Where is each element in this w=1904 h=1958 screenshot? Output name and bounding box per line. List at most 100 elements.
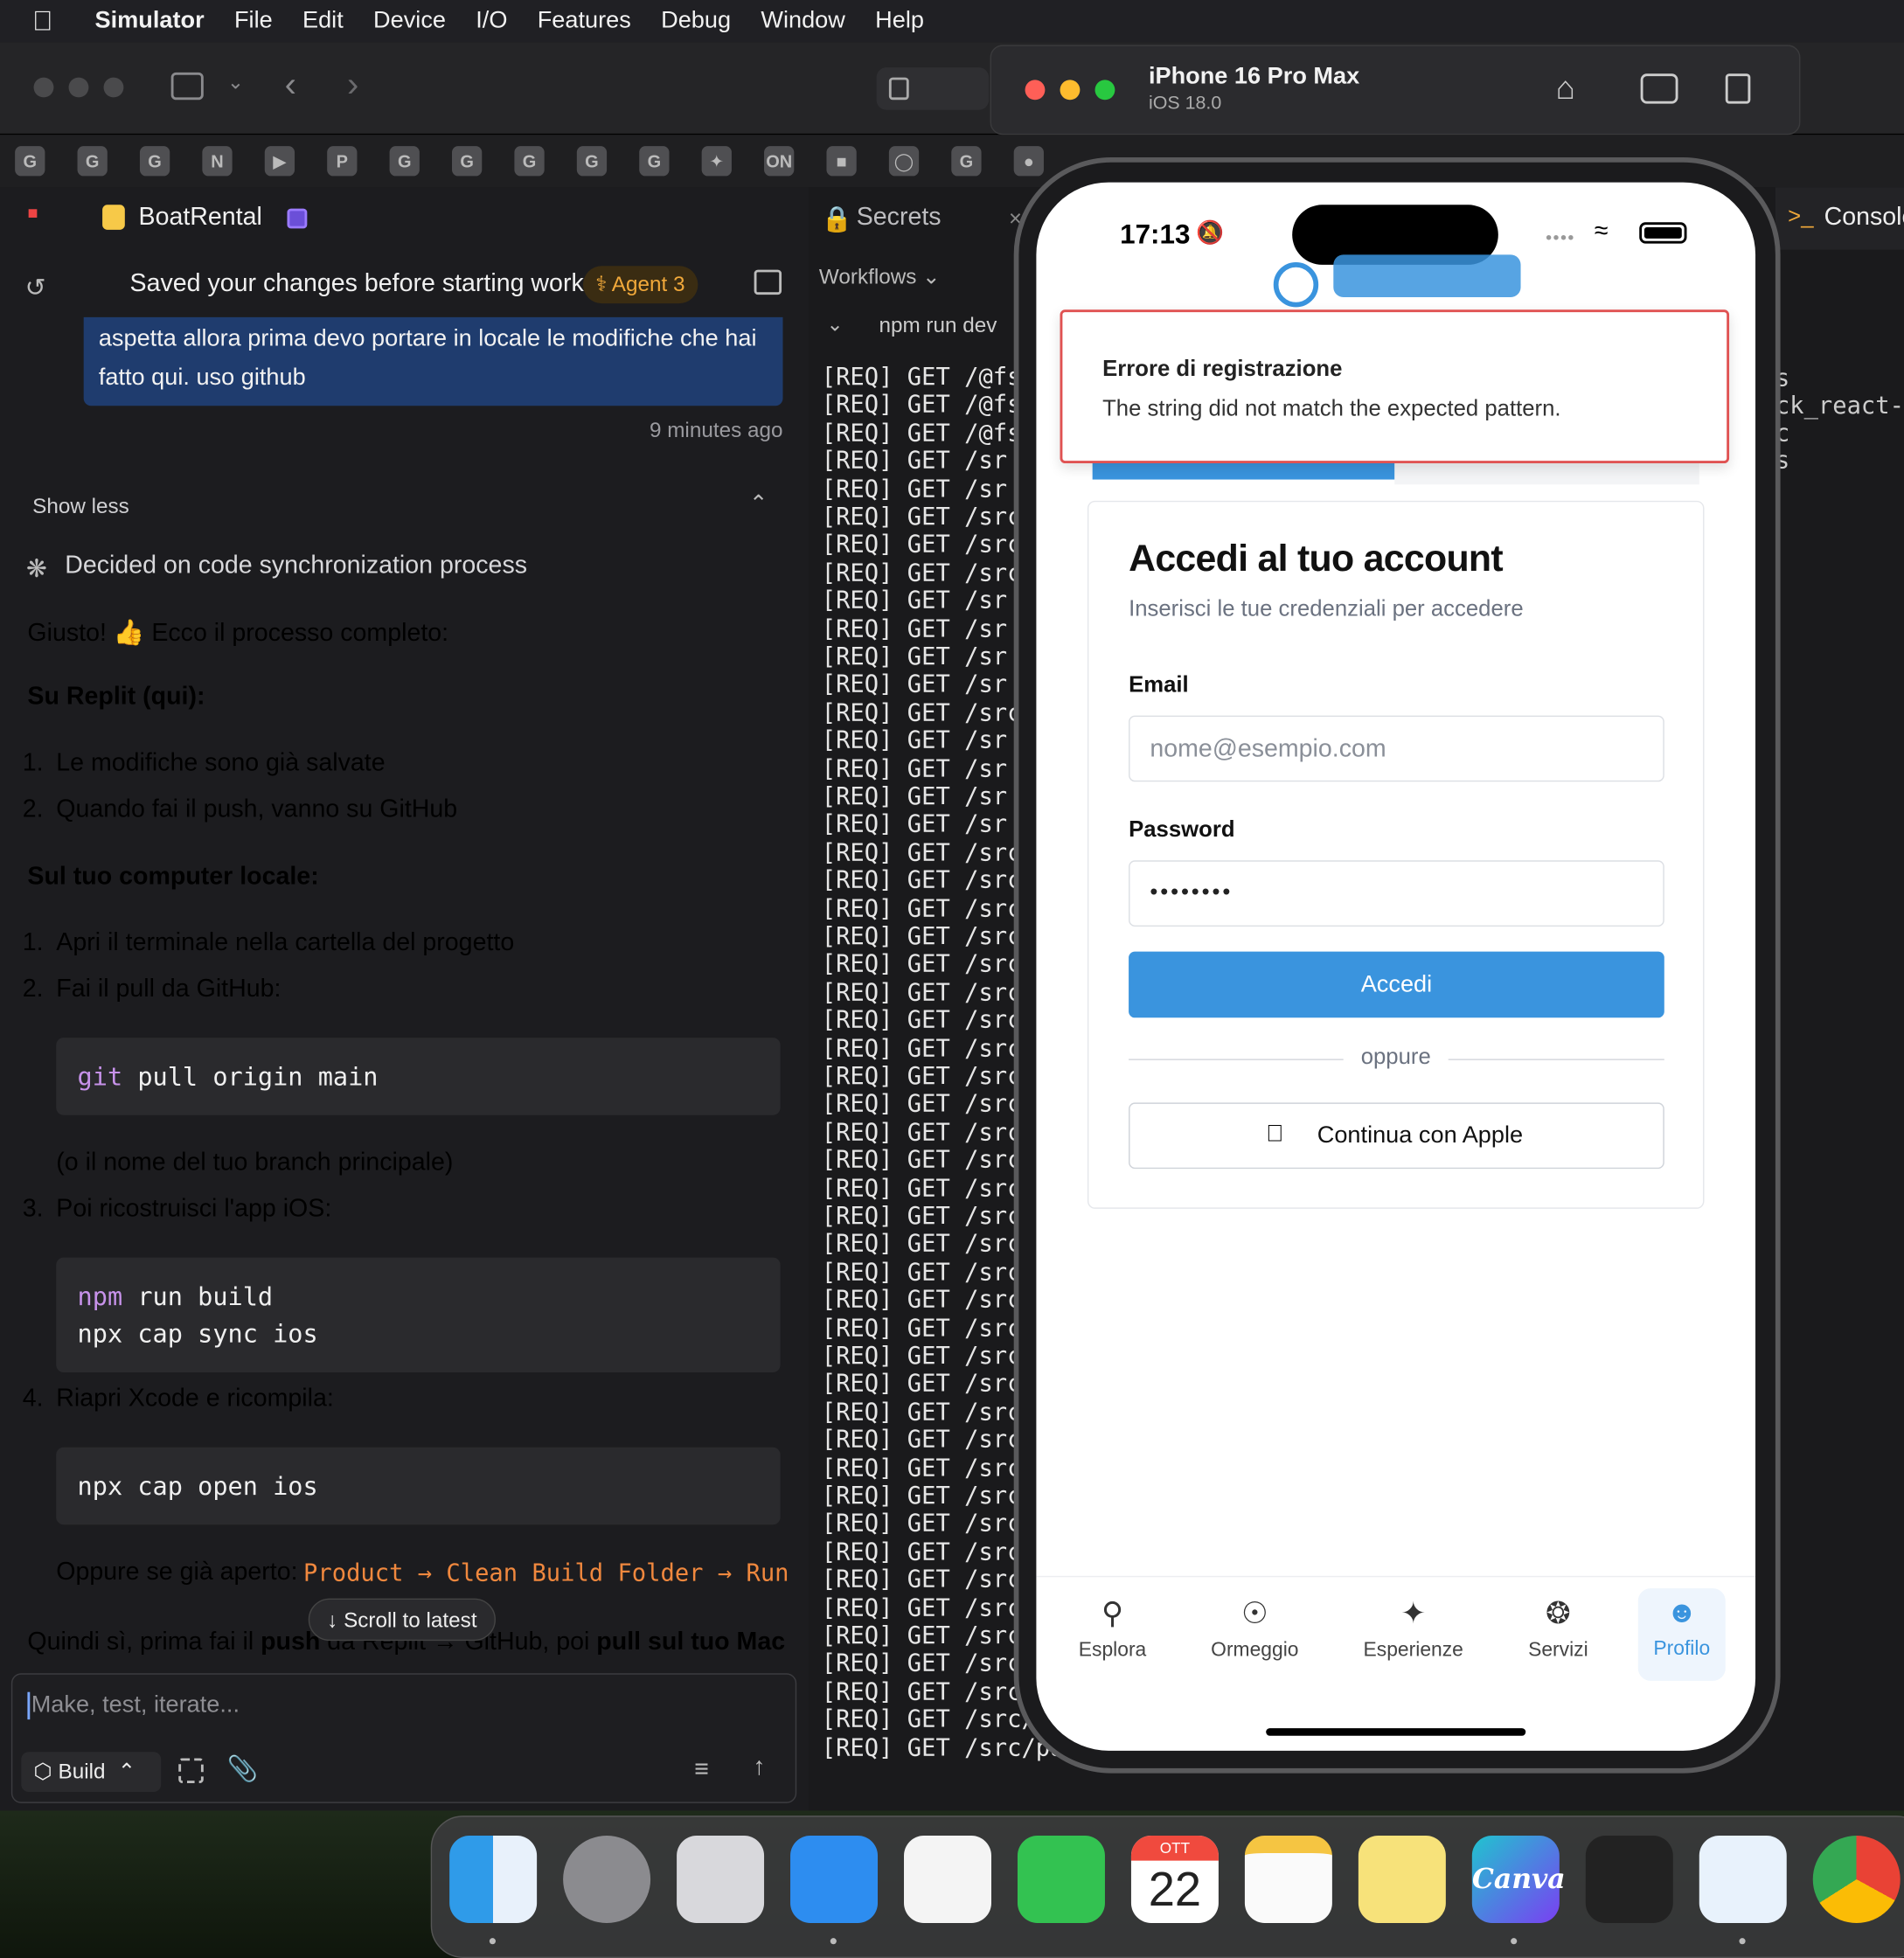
code-block[interactable]: git pull origin main [56,1038,781,1115]
chevron-up-icon[interactable]: ⌃ [749,490,768,517]
tab-favicon-icon[interactable]: P [327,146,358,177]
nav-profilo[interactable]: ☻ Profilo [1637,1588,1726,1681]
menu-app-name[interactable]: Simulator [95,8,205,35]
tab-favicon-icon[interactable]: ● [1013,146,1044,177]
notes-icon[interactable] [1244,1835,1332,1923]
console-line: [REQ] GET /src [821,922,1022,951]
nav-esperienze[interactable]: ✦ Esperienze [1345,1588,1482,1684]
console-line: [REQ] GET /src/ [821,1677,1036,1706]
tab-favicon-icon[interactable]: G [77,146,108,177]
home-icon[interactable]: ⌂ [1556,69,1575,108]
password-field[interactable]: •••••••• [1129,860,1664,927]
workflow-run-name[interactable]: npm run dev [879,314,997,339]
tab-favicon-icon[interactable]: ✦ [701,146,732,177]
forward-icon[interactable]: › [347,65,358,105]
project-name[interactable]: BoatRental [139,204,262,233]
safari-icon[interactable] [1699,1835,1787,1923]
menu-window[interactable]: Window [761,8,845,35]
code-line: npm run build [78,1277,760,1315]
menu-file[interactable]: File [234,8,273,35]
paperclip-icon[interactable]: 📎 [227,1753,259,1785]
calendar-icon[interactable]: OTT 22 [1130,1835,1219,1923]
chevron-down-icon[interactable]: ⌄ [826,312,843,337]
send-arrow-icon[interactable]: ↑ [753,1753,765,1782]
quicktime-icon[interactable] [1585,1835,1673,1923]
photos-icon[interactable] [904,1835,991,1923]
mail-icon[interactable] [790,1835,879,1923]
console-tab-label: Console [1824,203,1904,232]
tab-favicon-icon[interactable]: G [951,146,982,177]
tab-favicon-icon[interactable]: G [15,146,45,177]
console-line: [REQ] GET /src [821,978,1022,1007]
chevron-down-icon[interactable]: ⌄ [227,70,244,95]
back-icon[interactable]: ‹ [285,65,296,105]
rotate-icon[interactable] [1725,73,1751,104]
console-right-text: s ck_react-c s [1775,365,1904,475]
error-toast[interactable]: Errore di registrazione The string did n… [1060,309,1730,463]
stickies-icon[interactable] [1358,1835,1446,1923]
nav-esplora[interactable]: ⚲ Esplora [1056,1588,1169,1684]
code-block[interactable]: npx cap open ios [56,1447,781,1525]
apple-logo-icon[interactable]:  [32,5,67,38]
tab-secrets[interactable]: Secrets [857,204,942,233]
screenshot-icon[interactable] [1640,73,1678,104]
alt-prefix: Oppure se già aperto: [56,1558,298,1587]
tab-favicon-icon[interactable]: N [202,146,233,177]
launchpad-icon[interactable] [677,1835,765,1923]
tab-favicon-icon[interactable]: G [576,146,608,177]
email-field[interactable]: nome@esempio.com [1129,715,1664,782]
address-bar[interactable] [876,67,990,110]
tab-console[interactable]: >_ Console [1775,187,1904,250]
login-button[interactable]: Accedi [1129,951,1664,1018]
select-element-icon[interactable] [178,1758,204,1783]
minimize-light[interactable] [1060,80,1081,101]
menu-help[interactable]: Help [875,8,924,35]
device-name: iPhone 16 Pro Max [1148,63,1360,90]
finder-icon[interactable] [449,1835,538,1923]
chrome-icon[interactable] [1812,1835,1901,1923]
menu-features[interactable]: Features [538,8,631,35]
sidebar-toggle-icon[interactable] [170,72,204,101]
show-less-link[interactable]: Show less [32,495,129,520]
tab-favicon-icon[interactable]: G [639,146,670,177]
canva-icon[interactable]: Canva [1471,1835,1566,1923]
menu-debug[interactable]: Debug [661,8,731,35]
code-text: run build [122,1281,274,1311]
zoom-light[interactable] [103,77,124,98]
apple-button-label: Continua con Apple [1317,1122,1524,1149]
zoom-light[interactable] [1094,80,1115,101]
apple-signin-button[interactable]:  Continua con Apple [1129,1102,1664,1170]
close-light[interactable] [33,77,54,98]
code-text: pull origin main [122,1061,379,1092]
intro-text: Giusto! 👍 Ecco il processo completo: [27,619,449,647]
nav-ormeggio[interactable]: ☉ Ormeggio [1192,1588,1317,1684]
code-block[interactable]: npm run build npx cap sync ios [56,1257,781,1372]
tab-favicon-icon[interactable]: ■ [826,146,857,177]
settings-sliders-icon[interactable]: ≡ [694,1756,709,1785]
tab-favicon-icon[interactable]: ON [764,146,795,177]
tab-favicon-icon[interactable]: G [514,146,545,177]
menu-io[interactable]: I/O [476,8,507,35]
tab-favicon-icon[interactable]: G [452,146,483,177]
tab-favicon-icon[interactable]: ▶ [264,146,295,177]
tab-favicon-icon[interactable]: ◯ [888,146,920,177]
decision-text[interactable]: Decided on code synchronization process [65,552,527,580]
close-light[interactable] [1025,80,1046,101]
menu-device[interactable]: Device [373,8,446,35]
chat-input[interactable]: Make, test, iterate... [27,1691,240,1720]
replit-logo-icon[interactable]: ■ [27,202,45,222]
scroll-to-latest-button[interactable]: ↓ Scroll to latest [308,1598,496,1642]
menu-edit[interactable]: Edit [302,8,344,35]
new-chat-icon[interactable] [754,269,782,295]
build-mode-button[interactable]: ⬡ Build ⌃ [21,1752,162,1792]
tab-favicon-icon[interactable]: G [389,146,420,177]
code-line: npx cap sync ios [77,1318,318,1349]
history-icon[interactable]: ↺ [25,272,46,303]
minimize-light[interactable] [68,77,89,98]
home-indicator [1266,1728,1526,1736]
workflows-dropdown[interactable]: Workflows ⌄ [819,265,941,290]
tab-favicon-icon[interactable]: G [139,146,170,177]
nav-servizi[interactable]: ❂ Servizi [1501,1588,1616,1684]
facetime-icon[interactable] [1017,1835,1105,1923]
system-settings-icon[interactable] [563,1835,651,1923]
